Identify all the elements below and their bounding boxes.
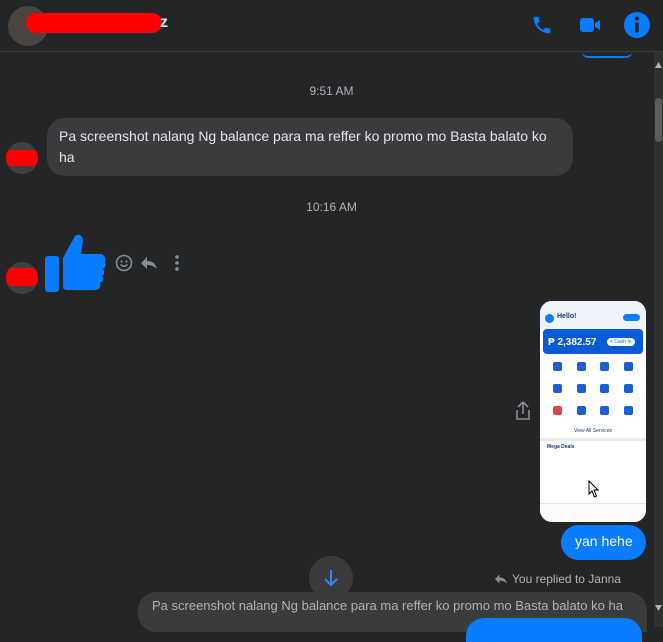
screenshot-cash-in: + Cash In [607,338,635,346]
screenshot-mega-deals: Mega Deals [547,444,575,450]
chat-header: z [0,0,663,52]
incoming-message[interactable]: Pa screenshot nalang Ng balance para ma … [47,118,573,176]
sender-avatar[interactable] [6,262,38,294]
react-smiley-icon[interactable] [114,253,134,273]
contact-name-redaction [26,13,162,33]
avatar-redaction [6,150,38,166]
mouse-cursor-icon [588,480,600,498]
info-icon[interactable] [622,10,652,40]
thumbs-up-icon[interactable] [45,232,107,292]
scroll-down-arrow-icon[interactable] [655,605,662,611]
avatar-redaction [6,268,38,286]
quoted-message-text: Pa screenshot nalang Ng balance para ma … [152,598,623,613]
outgoing-reply-bubble-edge [466,618,642,642]
screenshot-bottom-nav [540,503,646,522]
outgoing-message-text: yan hehe [575,533,633,549]
scroll-up-arrow-icon[interactable] [655,62,662,68]
video-camera-icon[interactable] [575,10,605,40]
timestamp: 9:51 AM [309,84,354,98]
more-options-icon[interactable] [167,253,187,273]
scrollbar-thumb[interactable] [655,98,662,142]
arrow-down-icon [324,570,338,587]
reply-arrow-icon [495,574,507,584]
screenshot-greeting: Hello! [557,313,577,320]
screenshot-view-all: View All Services [574,428,612,434]
previous-message-edge [582,52,632,58]
shared-screenshot-image[interactable]: Hello! ₱ 2,382.57 + Cash In View All Ser… [540,301,646,522]
reply-indicator-text: You replied to Janna [512,572,621,586]
reply-arrow-icon[interactable] [139,253,159,273]
screenshot-badge [623,314,640,321]
share-icon[interactable] [513,401,533,421]
outgoing-message[interactable]: yan hehe [561,525,646,560]
screenshot-logo [545,314,554,323]
reply-indicator: You replied to Janna [494,572,621,586]
timestamp: 10:16 AM [306,200,357,214]
phone-icon[interactable] [527,10,557,40]
sender-avatar[interactable] [6,142,38,174]
contact-name[interactable]: z [160,14,168,32]
screenshot-divider [540,438,646,441]
incoming-message-text: Pa screenshot nalang Ng balance para ma … [59,128,547,165]
screenshot-services-grid [546,358,640,418]
screenshot-balance: ₱ 2,382.57 [548,337,597,348]
